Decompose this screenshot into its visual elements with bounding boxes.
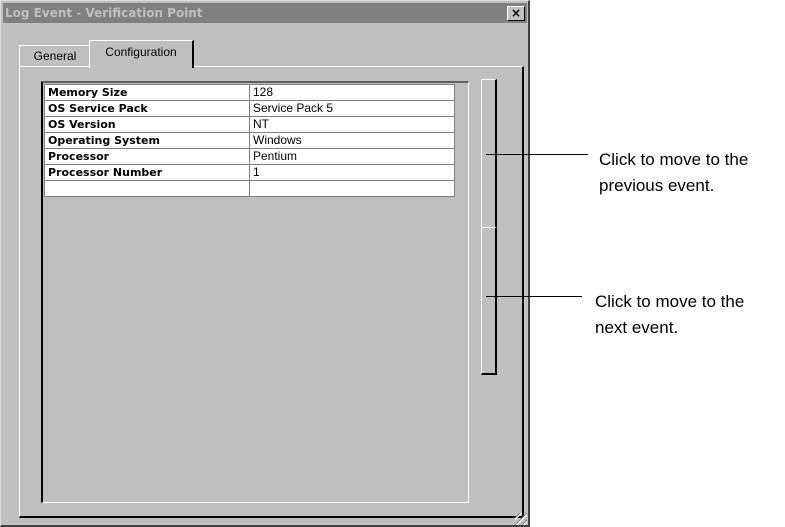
property-value[interactable] <box>249 180 455 197</box>
property-name: Processor Number <box>44 164 250 181</box>
property-value[interactable]: 1 <box>249 164 455 181</box>
tab-label: General <box>33 49 77 63</box>
property-value[interactable]: NT <box>249 116 455 133</box>
tab-general[interactable]: General <box>19 45 91 67</box>
close-button[interactable]: × <box>507 6 525 21</box>
property-name: OS Service Pack <box>44 100 250 117</box>
property-value[interactable]: 128 <box>249 84 455 101</box>
log-event-dialog: Log Event - Verification Point × General… <box>0 0 530 527</box>
property-name: OS Version <box>44 116 250 133</box>
title-bar[interactable]: Log Event - Verification Point <box>3 3 527 23</box>
callout-line-previous <box>486 154 588 155</box>
resize-grip-icon[interactable] <box>515 513 527 525</box>
close-icon: × <box>510 6 522 20</box>
table-row[interactable]: Memory Size 128 <box>44 84 455 101</box>
property-name: Processor <box>44 148 250 165</box>
tab-label: Configuration <box>105 45 177 59</box>
next-event-button[interactable] <box>481 227 497 375</box>
property-name: Memory Size <box>44 84 250 101</box>
property-name <box>44 180 250 197</box>
table-row[interactable] <box>44 180 455 197</box>
table-row[interactable]: Processor Pentium <box>44 148 455 165</box>
window-title: Log Event - Verification Point <box>5 6 203 20</box>
property-value[interactable]: Pentium <box>249 148 455 165</box>
callout-line-next <box>486 296 582 297</box>
tab-configuration[interactable]: Configuration <box>89 40 194 68</box>
property-name: Operating System <box>44 132 250 149</box>
table-row[interactable]: Operating System Windows <box>44 132 455 149</box>
table-row[interactable]: OS Version NT <box>44 116 455 133</box>
table-row[interactable]: Processor Number 1 <box>44 164 455 181</box>
callout-previous: Click to move to the previous event. <box>599 150 749 195</box>
table-row[interactable]: OS Service Pack Service Pack 5 <box>44 100 455 117</box>
property-value[interactable]: Windows <box>249 132 455 149</box>
property-value[interactable]: Service Pack 5 <box>249 100 455 117</box>
callout-next: Click to move to the next event. <box>595 292 745 337</box>
properties-table: Memory Size 128 OS Service Pack Service … <box>44 84 455 197</box>
